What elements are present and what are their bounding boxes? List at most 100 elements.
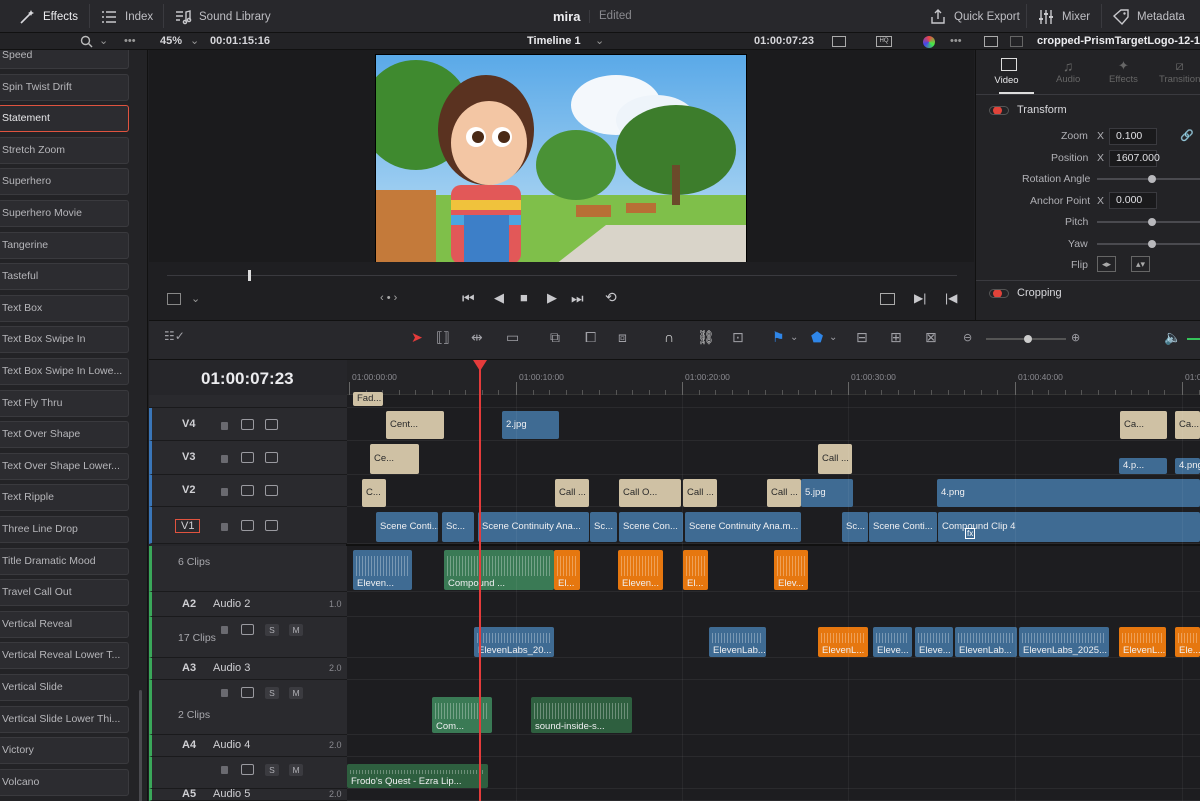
zoom-detail-icon[interactable]: ⊞ [890, 329, 902, 346]
effects-scrollbar[interactable] [139, 690, 142, 801]
track-header[interactable]: 6 Clips [149, 546, 347, 592]
effect-item[interactable]: Text Box Swipe In [0, 326, 129, 354]
hq-icon[interactable]: HQ [876, 36, 892, 47]
lock-icon[interactable] [221, 766, 228, 774]
timeline-clip[interactable]: Sc... [590, 512, 617, 542]
timeline-clip[interactable]: 5.jpg [801, 479, 853, 507]
mute-button[interactable]: M [289, 624, 303, 636]
auto-select-icon[interactable] [241, 485, 254, 496]
transform-overlay-icon[interactable] [167, 293, 181, 305]
timeline-clip[interactable]: 4.png [1175, 458, 1200, 474]
speaker-icon[interactable]: 🔈 [1164, 329, 1181, 346]
zoom-slider-knob[interactable] [1024, 335, 1032, 343]
track-header[interactable]: A4 Audio 4 2.0 [149, 735, 347, 757]
mixer-button[interactable]: Mixer [1037, 0, 1090, 33]
timeline-clip[interactable]: Frodo's Quest - Ezra Lip... [347, 764, 488, 788]
more-options-icon[interactable]: ••• [950, 33, 962, 50]
timeline-clip[interactable]: Call ... [767, 479, 801, 507]
timeline-clip[interactable]: Ce... [370, 444, 419, 474]
timeline-clip[interactable]: Sc... [842, 512, 868, 542]
tab-video[interactable]: Video [994, 58, 1020, 86]
effect-item[interactable]: Text Over Shape [0, 421, 129, 449]
timeline-clip[interactable]: Fad... [353, 392, 383, 406]
effect-item[interactable]: Travel Call Out [0, 579, 129, 607]
flip-vertical-icon[interactable]: ▴▾ [1131, 256, 1150, 272]
blade-tool-icon[interactable]: ▭ [506, 329, 519, 346]
go-to-start-icon[interactable]: ⏮ [462, 290, 475, 307]
timeline-dropdown-icon[interactable]: ⌄ [595, 33, 604, 50]
zoom-full-icon[interactable]: ⊟ [856, 329, 868, 346]
track-lane[interactable] [347, 789, 1200, 801]
play-icon[interactable]: ▶ [547, 290, 557, 306]
lock-icon[interactable] [221, 488, 228, 496]
zoom-level[interactable]: 45% [160, 33, 182, 50]
overwrite-clip-icon[interactable]: ⧠ [585, 329, 596, 346]
color-wheel-icon[interactable] [923, 36, 935, 48]
viewer-mode-icon[interactable] [832, 36, 846, 47]
selection-tool-icon[interactable]: ➤ [411, 329, 423, 346]
prev-next-clip-icon[interactable]: ‹ • › [380, 292, 397, 304]
scrubber-track[interactable] [167, 275, 957, 276]
auto-select-icon[interactable] [241, 687, 254, 698]
zoom-in-icon[interactable]: ⊕ [1071, 331, 1080, 344]
track-header[interactable]: V1 [149, 507, 347, 544]
solo-button[interactable]: S [265, 624, 279, 636]
mute-button[interactable]: M [289, 687, 303, 699]
timeline-clip[interactable]: C... [362, 479, 386, 507]
track-lane[interactable] [347, 735, 1200, 757]
lock-icon[interactable] [221, 421, 228, 430]
marker-icon[interactable]: ⬟ [811, 329, 823, 346]
trim-tool-icon[interactable]: ⟦⟧ [436, 329, 450, 346]
effect-item[interactable]: Text Fly Thru [0, 389, 129, 417]
search-icon[interactable] [80, 35, 93, 48]
zoom-dropdown-icon[interactable]: ⌄ [190, 33, 199, 50]
timeline-clip[interactable]: Sc... [442, 512, 474, 542]
volume-slider[interactable] [1187, 338, 1200, 340]
track-header[interactable]: A5 Audio 5 2.0 [149, 788, 347, 801]
tab-audio[interactable]: ♫ Audio [1056, 58, 1080, 85]
zoom-out-icon[interactable]: ⊖ [963, 331, 972, 344]
effects-button[interactable]: Effects [18, 0, 78, 33]
track-header[interactable]: SM [149, 757, 347, 789]
play-reverse-icon[interactable]: ◀ [494, 290, 504, 306]
track-lane[interactable] [347, 592, 1200, 617]
dynamic-trim-icon[interactable]: ⇹ [471, 329, 483, 346]
effect-item[interactable]: Text Over Shape Lower... [0, 452, 129, 480]
track-header[interactable]: 17 Clips S M [149, 617, 347, 658]
effect-item[interactable]: Statement [0, 105, 129, 133]
track-visibility-icon[interactable] [265, 485, 278, 496]
effect-item[interactable]: Vertical Slide [0, 674, 129, 701]
lock-icon[interactable] [221, 522, 228, 531]
index-button[interactable]: Index [100, 0, 153, 33]
track-lane[interactable] [347, 441, 1200, 475]
replace-clip-icon[interactable]: ⧈ [618, 329, 627, 346]
track-header[interactable]: A2 Audio 2 1.0 [149, 592, 347, 617]
chevron-down-icon[interactable]: ⌄ [829, 332, 837, 343]
solo-button[interactable]: S [265, 764, 279, 776]
lock-icon[interactable] [221, 626, 228, 634]
quick-export-button[interactable]: Quick Export [929, 0, 1020, 33]
flag-icon[interactable]: ⚑ [772, 329, 785, 346]
effect-item[interactable]: Three Line Drop [0, 516, 129, 543]
yaw-knob[interactable] [1148, 240, 1156, 248]
position-x-field[interactable]: 1607.000 [1109, 150, 1160, 167]
effect-item[interactable]: Volcano [0, 768, 129, 796]
effect-item[interactable]: Tangerine [0, 231, 129, 259]
timeline-clip[interactable]: Ca... [1175, 411, 1200, 439]
track-visibility-icon[interactable] [265, 452, 278, 463]
timeline-clip[interactable]: Scene Conti... [376, 512, 438, 542]
sound-library-button[interactable]: Sound Library [174, 0, 271, 33]
zoom-x-field[interactable]: 0.100 [1109, 128, 1157, 145]
auto-select-icon[interactable] [241, 452, 254, 463]
lock-icon[interactable] [221, 455, 228, 463]
link-icon[interactable]: 🔗 [1180, 129, 1194, 142]
audio-track-name[interactable]: Audio 3 [213, 662, 250, 674]
effect-item[interactable]: Vertical Reveal [0, 610, 129, 638]
stop-icon[interactable]: ■ [520, 290, 528, 305]
effect-item[interactable]: Stretch Zoom [0, 136, 129, 164]
tab-transition[interactable]: ⧄ Transition [1159, 58, 1200, 85]
timeline-view-options-icon[interactable]: ☷✓ [164, 329, 185, 343]
timeline-clip[interactable]: Call ... [683, 479, 717, 507]
track-visibility-icon[interactable] [265, 418, 278, 430]
auto-select-icon[interactable] [241, 624, 254, 635]
